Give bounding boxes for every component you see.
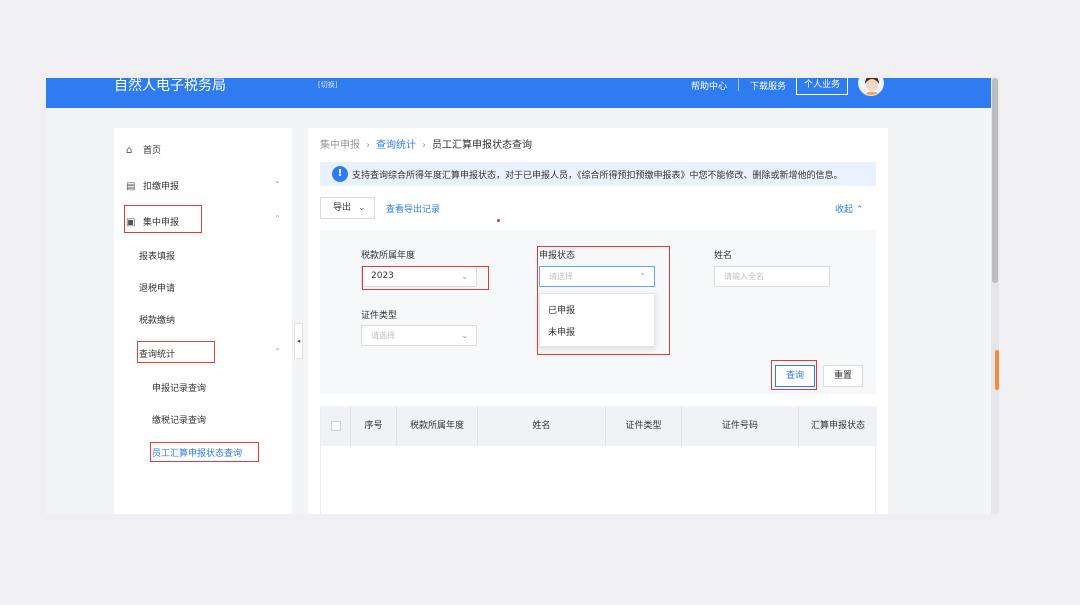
breadcrumb-item[interactable]: 集中申报 (320, 140, 360, 151)
chevron-right-icon: › (422, 140, 426, 151)
switch-link[interactable]: [切换] (318, 80, 337, 90)
breadcrumb: 集中申报 › 查询统计 › 员工汇算申报状态查询 (320, 136, 532, 151)
name-placeholder: 请输入全名 (724, 272, 764, 281)
divider (738, 79, 739, 91)
side-tab[interactable] (995, 350, 999, 390)
chevron-right-icon: › (366, 140, 370, 151)
notice-text: 支持查询综合所得年度汇算申报状态，对于已申报人员，《综合所得预扣预缴申报表》中您… (352, 171, 843, 181)
export-log-link[interactable]: 查看导出记录 (386, 202, 440, 215)
sidebar-item-label: 扣缴申报 (143, 182, 180, 192)
column-header: 证件号码 (682, 406, 799, 446)
top-bar: 自然人电子税务局 [切换] 帮助中心 下载服务 个人业务 (46, 78, 991, 108)
chevron-down-icon: ⌄ (274, 176, 281, 185)
column-header: 汇算申报状态 (810, 421, 865, 431)
column-header: 证件类型 (606, 406, 682, 446)
chevron-up-icon: ⌃ (274, 214, 281, 223)
highlight-box-status (537, 246, 670, 355)
highlight-box-year (362, 266, 489, 290)
collapse-link[interactable]: 收起 ⌃ (835, 202, 863, 215)
sidebar-item-payment-records[interactable]: 缴税记录查询 (152, 413, 206, 426)
select-all-cell (321, 406, 351, 446)
sidebar-collapse-handle[interactable]: ◂ (294, 323, 303, 359)
app-window: 自然人电子税务局 [切换] 帮助中心 下载服务 个人业务 ⌂ 首页 ▤ 扣缴申报 ⌄… (46, 78, 991, 514)
highlight-box-query-stats (137, 341, 215, 363)
personal-business-button[interactable]: 个人业务 (796, 78, 848, 95)
id-type-label: 证件类型 (361, 311, 398, 321)
avatar[interactable] (858, 78, 884, 96)
highlight-box-collective (124, 205, 202, 233)
sidebar-item-withhold[interactable]: ▤ 扣缴申报 (126, 179, 179, 192)
chevron-down-icon: ⌄ (357, 203, 366, 213)
document-icon: ▤ (126, 181, 136, 192)
select-all-checkbox[interactable] (331, 421, 341, 431)
chevron-up-icon: ⌃ (855, 205, 864, 215)
name-label: 姓名 (714, 251, 733, 261)
sidebar-item-home[interactable]: ⌂ 首页 (126, 143, 161, 156)
app-title: 自然人电子税务局 (114, 78, 226, 94)
chevron-down-icon: ⌄ (461, 331, 468, 340)
column-header: 姓名 (478, 406, 606, 446)
column-header: 税款所属年度 (397, 406, 478, 446)
id-type-placeholder: 请选择 (371, 331, 395, 340)
download-service-link[interactable]: 下载服务 (750, 79, 786, 92)
info-icon: ! (332, 166, 348, 182)
name-input[interactable]: 请输入全名 (714, 266, 830, 287)
chevron-up-icon: ⌃ (274, 347, 281, 356)
export-button[interactable]: 导出 ⌄ (320, 197, 375, 219)
red-dot (497, 219, 500, 222)
breadcrumb-item[interactable]: 查询统计 (376, 140, 416, 151)
sidebar-item-report-fill[interactable]: 报表填报 (139, 249, 175, 262)
help-center-link[interactable]: 帮助中心 (691, 79, 727, 92)
reset-button[interactable]: 重置 (823, 365, 863, 387)
sidebar-item-refund[interactable]: 退税申请 (139, 281, 175, 294)
result-table: 序号 税款所属年度 姓名 证件类型 证件号码 汇算申报状态 (320, 406, 877, 514)
home-icon: ⌂ (126, 145, 133, 156)
export-label: 导出 (333, 203, 352, 213)
id-type-select[interactable]: 请选择 ⌄ (361, 325, 477, 346)
column-header: 序号 (351, 406, 397, 446)
user-avatar-icon (859, 78, 883, 95)
year-label: 税款所属年度 (361, 251, 416, 261)
notice-bar: ! 支持查询综合所得年度汇算申报状态，对于已申报人员，《综合所得预扣预缴申报表》… (320, 162, 876, 186)
sidebar-item-tax-payment[interactable]: 税款缴纳 (139, 313, 175, 326)
highlight-box-query-button (771, 360, 817, 390)
sidebar-item-declare-records[interactable]: 申报记录查询 (152, 381, 206, 394)
sidebar-item-label: 首页 (143, 146, 162, 156)
collapse-label: 收起 (835, 205, 854, 215)
breadcrumb-current: 员工汇算申报状态查询 (432, 140, 532, 151)
table-header: 序号 税款所属年度 姓名 证件类型 证件号码 汇算申报状态 (321, 406, 877, 446)
scrollbar-thumb[interactable] (992, 78, 998, 283)
highlight-box-employee-status (150, 442, 259, 462)
